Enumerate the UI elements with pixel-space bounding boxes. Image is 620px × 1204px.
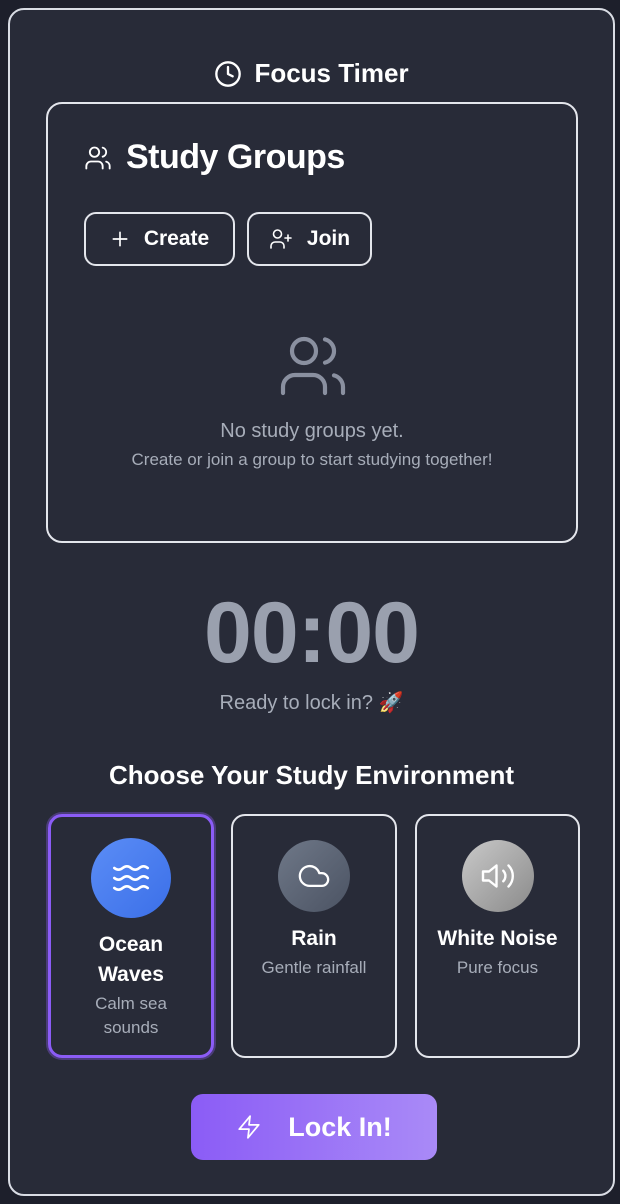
lightning-icon xyxy=(236,1114,262,1140)
environment-description: Pure focus xyxy=(456,958,539,977)
lock-in-label: Lock In! xyxy=(288,1111,392,1142)
user-plus-icon xyxy=(269,227,293,251)
study-groups-card: Study Groups Create Join No study groups… xyxy=(46,102,578,543)
lock-in-button[interactable]: Lock In! xyxy=(191,1094,437,1160)
empty-state-subtitle: Create or join a group to start studying… xyxy=(131,450,493,469)
clock-icon xyxy=(214,60,242,88)
users-icon xyxy=(84,144,112,172)
speaker-icon xyxy=(461,840,534,912)
app-title: Focus Timer xyxy=(254,58,409,88)
waves-icon xyxy=(91,838,171,918)
app-header: Focus Timer xyxy=(10,58,613,89)
study-groups-title: Study Groups xyxy=(126,138,345,176)
environment-description: Calm sea sounds xyxy=(95,994,167,1037)
empty-users-icon xyxy=(277,330,349,407)
empty-state-title: No study groups yet. xyxy=(220,420,404,442)
environment-name: White Noise xyxy=(437,927,558,950)
environment-white-noise[interactable]: White Noise Pure focus xyxy=(415,814,580,1058)
environment-rain[interactable]: Rain Gentle rainfall xyxy=(231,814,397,1058)
study-groups-header: Study Groups xyxy=(84,138,345,177)
environment-ocean-waves[interactable]: Ocean Waves Calm sea sounds xyxy=(48,814,214,1058)
cloud-icon xyxy=(278,840,350,912)
timer-status: Ready to lock in? 🚀 xyxy=(219,692,404,714)
environment-heading: Choose Your Study Environment xyxy=(109,760,514,790)
focus-timer-panel: Focus Timer Study Groups Create Join No … xyxy=(8,8,615,1196)
plus-icon xyxy=(110,229,130,249)
create-group-button[interactable]: Create xyxy=(84,212,235,266)
join-group-button[interactable]: Join xyxy=(247,212,372,266)
environment-name: Rain xyxy=(291,927,337,950)
timer-display: 00:00 xyxy=(204,585,420,681)
environment-description: Gentle rainfall xyxy=(261,958,367,977)
create-button-label: Create xyxy=(143,227,210,250)
environment-name: Ocean Waves xyxy=(98,933,164,986)
join-button-label: Join xyxy=(306,227,351,250)
